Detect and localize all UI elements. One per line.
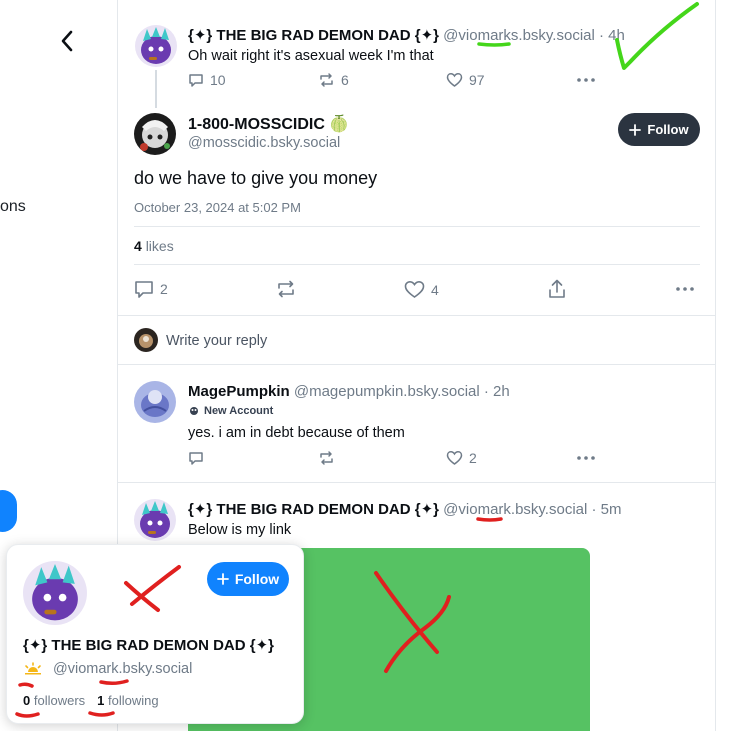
- red-underline-handle: [476, 517, 503, 522]
- red-underline-followers: [15, 712, 40, 718]
- red-underline-card-handle: [99, 679, 129, 686]
- red-mark-left: [18, 682, 34, 688]
- red-x-card: [124, 565, 181, 612]
- red-underline-following: [88, 711, 115, 717]
- green-checkmark: [615, 2, 699, 70]
- annotation-overlay: [15, 2, 699, 718]
- red-x-embed: [374, 571, 451, 673]
- green-underline: [477, 42, 511, 47]
